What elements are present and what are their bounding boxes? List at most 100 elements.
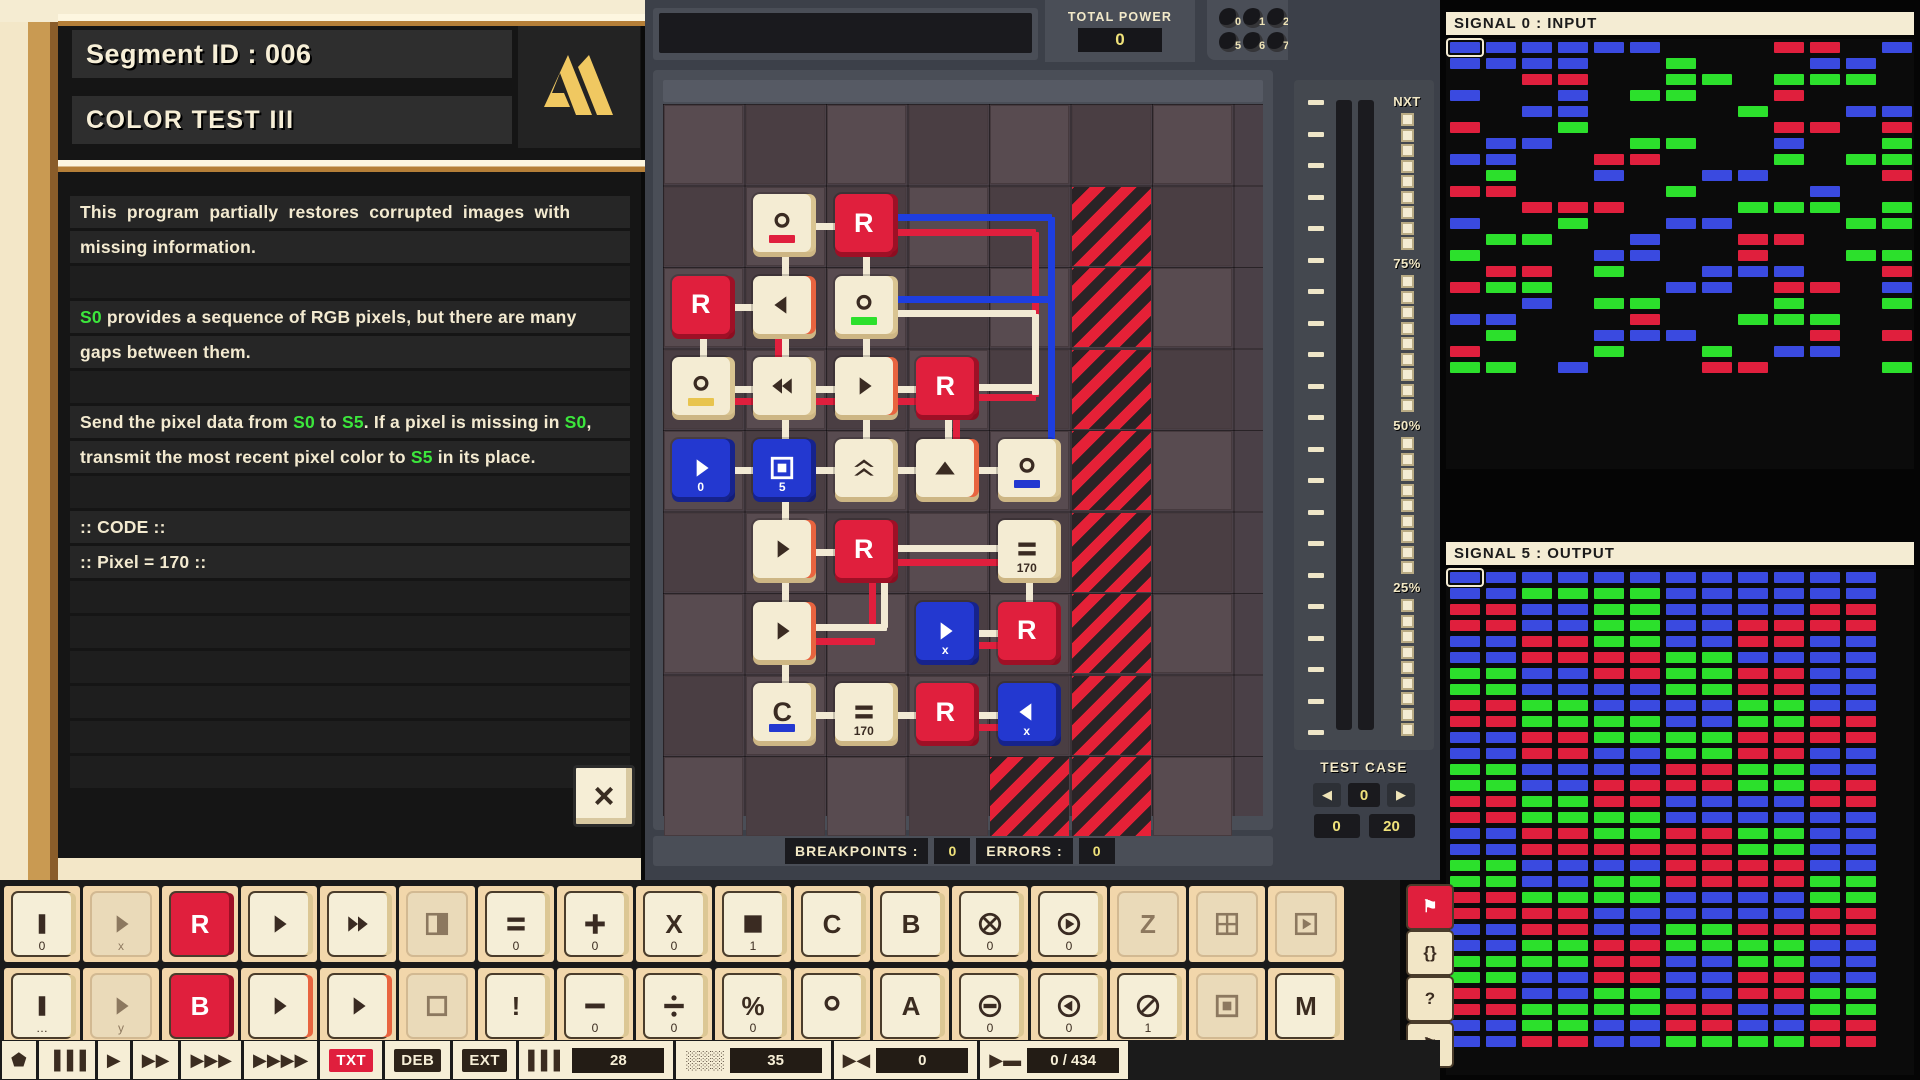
grid-cell[interactable] [1153, 186, 1232, 266]
grid-cell[interactable] [827, 757, 906, 836]
palette-cell[interactable]: M [1268, 968, 1344, 1044]
palette-cell[interactable]: 0 [952, 886, 1028, 962]
meter-power[interactable]: ▶◀ 0 [833, 1041, 978, 1079]
tile-send-left[interactable] [753, 275, 812, 334]
grid-cell[interactable] [745, 105, 825, 184]
tile-signal-5[interactable]: 5 [753, 438, 812, 497]
tile-output-blue[interactable] [997, 438, 1056, 497]
palette-b[interactable]: B [882, 893, 940, 955]
palette-cell[interactable]: R [162, 886, 238, 962]
meter-cycles[interactable]: ▌▌▌ 28 [519, 1041, 674, 1079]
palette-times[interactable]: X0 [645, 893, 703, 955]
grid-cell[interactable] [908, 105, 988, 184]
palette-send-x[interactable]: x [92, 893, 150, 955]
deb-button[interactable]: DEB [385, 1041, 451, 1079]
grid-cell[interactable] [990, 105, 1069, 184]
palette-play-r2[interactable] [329, 975, 387, 1037]
grid-cell[interactable] [1153, 349, 1232, 429]
palette-cell[interactable]: x [83, 886, 159, 962]
palette-cell[interactable] [399, 968, 475, 1044]
palette-cell[interactable]: B [162, 968, 238, 1044]
palette-cell[interactable] [1189, 968, 1265, 1044]
tile-send-right[interactable] [753, 601, 812, 660]
flag-button[interactable]: ⚑ [1408, 886, 1452, 928]
grid-cell[interactable] [827, 594, 906, 673]
grid-cell[interactable] [664, 186, 743, 266]
tile-signal-x-left[interactable]: x [997, 683, 1056, 742]
palette-minus[interactable]: 0 [566, 975, 624, 1037]
palette-cell[interactable]: X0 [636, 886, 712, 962]
tile-register-r[interactable]: R [834, 194, 893, 253]
palette-cell[interactable] [1189, 886, 1265, 962]
palette-cell[interactable]: 0 [1031, 886, 1107, 962]
palette-cell[interactable]: A [873, 968, 949, 1044]
fastest-button[interactable]: ▶▶▶▶ [243, 1041, 318, 1079]
grid-cell[interactable] [827, 105, 906, 184]
palette-cell[interactable] [320, 968, 396, 1044]
tile-shift-up[interactable] [834, 438, 893, 497]
grid-cell[interactable] [990, 186, 1069, 266]
grid-cell[interactable] [1153, 105, 1232, 184]
palette-cell[interactable] [241, 886, 317, 962]
ext-button[interactable]: EXT [453, 1041, 517, 1079]
grid-cell[interactable] [1153, 594, 1232, 673]
palette-equals[interactable]: 0 [487, 893, 545, 955]
tile-compare-170[interactable]: 170 [834, 683, 893, 742]
palette-play[interactable] [250, 893, 308, 955]
palette-cell[interactable]: y [83, 968, 159, 1044]
palette-circle-arrow[interactable]: 0 [1040, 893, 1098, 955]
play-button[interactable]: ▶ [97, 1041, 130, 1079]
signal-pixel-grid[interactable] [1446, 39, 1914, 469]
palette-send-y[interactable]: y [92, 975, 150, 1037]
bottom-toolbar[interactable]: ⬟ ▐▐▐ ▶ ▶▶ ▶▶▶ ▶▶▶▶ TXT DEB EXT ▌▌▌ 28 ░░░ 35 ▶◀ 0 ▶▬ 0 … [0, 1040, 1440, 1080]
palette-z[interactable]: Z [1119, 893, 1177, 955]
palette-cell[interactable] [1268, 886, 1344, 962]
palette-m[interactable]: M [1277, 975, 1335, 1037]
tile-compare-170[interactable]: 170 [997, 520, 1056, 579]
palette-cell[interactable]: 0 [557, 886, 633, 962]
palette-arrow-left[interactable]: 0 [1040, 975, 1098, 1037]
palette-cell[interactable]: 1 [1110, 968, 1186, 1044]
palette-cell[interactable]: Z [1110, 886, 1186, 962]
palette-divide[interactable]: 0 [645, 975, 703, 1037]
tag-button[interactable]: ⬟ [2, 1041, 36, 1079]
pause-button[interactable]: ▐▐▐ [38, 1041, 95, 1079]
circuit-grid[interactable]: R R R 0 5 R 170 x R C 170 Rx [663, 104, 1263, 836]
palette-plus[interactable]: 0 [566, 893, 624, 955]
grid-cell[interactable] [908, 268, 988, 347]
tile-signal-x[interactable]: x [916, 601, 975, 660]
braces-button[interactable]: {} [1408, 932, 1452, 974]
test-case-next-button[interactable]: ▶ [1387, 783, 1415, 807]
txt-button[interactable]: TXT [320, 1041, 383, 1079]
palette-play-box[interactable] [1277, 893, 1335, 955]
tile-up[interactable] [916, 438, 975, 497]
palette-circle-minus[interactable]: 0 [961, 975, 1019, 1037]
meter-tiles[interactable]: ░░░ 35 [676, 1041, 831, 1079]
grid-cell[interactable] [1153, 268, 1232, 347]
grid-cell[interactable] [990, 268, 1069, 347]
grid-cell[interactable] [1153, 431, 1232, 510]
grid-cell[interactable] [664, 594, 743, 673]
palette-cell[interactable] [320, 886, 396, 962]
palette-cell[interactable]: 0 [478, 886, 554, 962]
tile-send-right[interactable] [834, 357, 893, 416]
palette-cell[interactable] [399, 886, 475, 962]
palette-modulo[interactable]: % 0 [724, 975, 782, 1037]
help-button[interactable]: ? [1408, 978, 1452, 1020]
palette-square-in[interactable] [1198, 975, 1256, 1037]
tile-register-r[interactable]: R [671, 275, 730, 334]
tile-output-green[interactable] [834, 275, 893, 334]
palette-register-b[interactable]: B [171, 975, 229, 1037]
grid-cell[interactable] [1153, 512, 1232, 592]
palette-cell[interactable]: … [4, 968, 80, 1044]
palette-output[interactable] [803, 975, 861, 1037]
palette-a[interactable]: A [882, 975, 940, 1037]
palette-play-r[interactable] [250, 975, 308, 1037]
palette-not[interactable]: ! [487, 975, 545, 1037]
palette-row-1[interactable]: 0xR00X01CB00Z [4, 886, 1344, 962]
grid-cell[interactable] [1071, 105, 1151, 184]
palette-cell[interactable]: B [873, 886, 949, 962]
palette-slash-zero[interactable]: 1 [1119, 975, 1177, 1037]
palette-square[interactable]: 1 [724, 893, 782, 955]
palette-fast-forward[interactable] [329, 893, 387, 955]
